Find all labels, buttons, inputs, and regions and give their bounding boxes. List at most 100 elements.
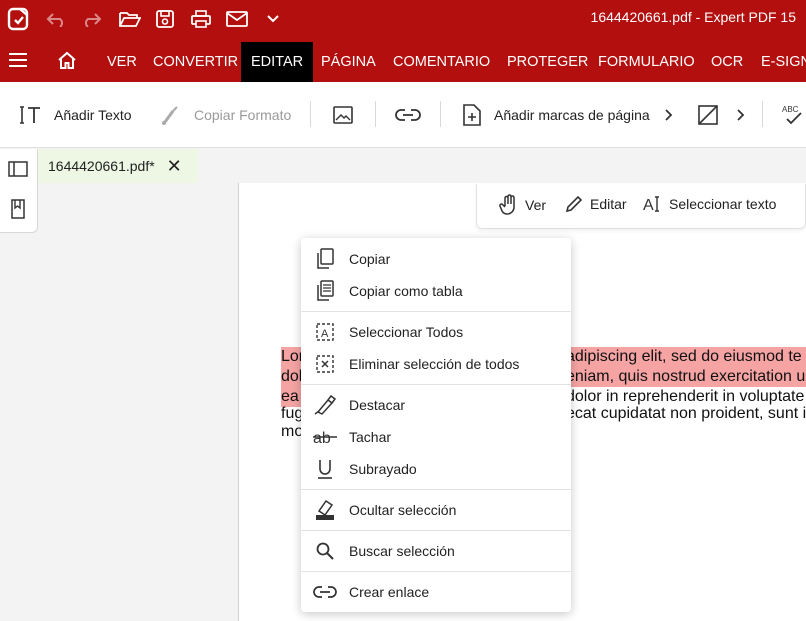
eraser-icon: [313, 499, 337, 521]
menu-item-label: Tachar: [349, 429, 392, 445]
strikethrough-icon: ab: [313, 426, 337, 448]
save-icon[interactable]: [151, 5, 179, 33]
menu-item-label: Copiar como tabla: [349, 283, 463, 299]
menu-separator: [301, 384, 571, 385]
image-icon: [333, 106, 353, 124]
menu-separator: [301, 571, 571, 572]
add-bookmarks-button[interactable]: Añadir marcas de página: [462, 102, 650, 128]
app-logo-icon: [4, 5, 32, 33]
tab-editar[interactable]: EDITAR: [241, 42, 314, 82]
menu-item-create-link[interactable]: Crear enlace: [301, 576, 571, 608]
tab-convertir[interactable]: CONVERTIR: [153, 42, 238, 82]
link-icon: [395, 109, 421, 121]
side-panel: [0, 149, 38, 233]
toolbar-divider: [375, 101, 376, 127]
menu-item-deselect-all[interactable]: Eliminar selección de todos: [301, 348, 571, 380]
chevron-down-icon[interactable]: [259, 5, 287, 33]
menu-separator: [301, 489, 571, 490]
tab-pagina[interactable]: PÁGINA: [321, 42, 376, 82]
spellcheck-button[interactable]: ABC: [781, 102, 806, 128]
crop-icon: [698, 105, 718, 125]
document-tab[interactable]: 1644420661.pdf* ✕: [38, 149, 198, 183]
view-mode-label: Ver: [525, 197, 547, 213]
edit-mode-label: Editar: [590, 196, 627, 212]
highlighter-icon: [313, 394, 337, 416]
copy-format-label: Copiar Formato: [194, 107, 292, 123]
redo-icon[interactable]: [78, 5, 106, 33]
add-text-button[interactable]: Añadir Texto: [20, 102, 132, 128]
edit-toolbar: Añadir Texto Copiar Formato Añadir marca…: [0, 82, 806, 148]
ribbon-tabs: VER CONVERTIR EDITAR PÁGINA COMENTARIO P…: [0, 38, 806, 82]
tab-formulario[interactable]: FORMULARIO: [598, 42, 695, 82]
hamburger-menu-icon[interactable]: [4, 46, 32, 74]
deselect-all-icon: [313, 353, 337, 375]
menu-item-select-all[interactable]: A Seleccionar Todos: [301, 316, 571, 348]
menu-item-label: Destacar: [349, 397, 406, 413]
copy-icon: [313, 248, 337, 270]
menu-item-copy-table[interactable]: Copiar como tabla: [301, 275, 571, 307]
select-text-mode-button[interactable]: A Seleccionar texto: [643, 194, 776, 214]
menu-item-label: Subrayado: [349, 461, 417, 477]
menu-item-highlight[interactable]: Destacar: [301, 389, 571, 421]
window-title: 1644420661.pdf - Expert PDF 15: [590, 9, 796, 25]
close-icon[interactable]: ✕: [167, 157, 182, 175]
text-line-right[interactable]: ecat cupidatat non proident, sunt i: [566, 404, 806, 424]
svg-text:A: A: [643, 197, 654, 214]
underline-icon: [313, 458, 337, 480]
svg-text:ABC: ABC: [782, 105, 799, 114]
crop-button[interactable]: [697, 102, 731, 128]
insert-image-button[interactable]: [333, 102, 365, 128]
text-line-right[interactable]: eniam, quis nostrud exercitation u: [566, 367, 805, 387]
menu-item-label: Copiar: [349, 251, 391, 267]
home-icon[interactable]: [53, 46, 81, 74]
hand-icon: [499, 194, 515, 215]
text-line-right[interactable]: adipiscing elit, sed do eiusmod te: [566, 347, 802, 367]
tab-ocr[interactable]: OCR: [711, 42, 743, 82]
tab-e-sign[interactable]: E-SIGN: [761, 42, 806, 82]
mail-icon[interactable]: [223, 5, 251, 33]
mode-bar-underline: [487, 228, 795, 229]
toolbar-scroll-right-icon[interactable]: [664, 102, 686, 128]
link-icon: [313, 581, 337, 603]
context-menu: Copiar Copiar como tabla A Seleccionar T…: [301, 238, 571, 612]
open-folder-icon[interactable]: [116, 5, 144, 33]
menu-item-search[interactable]: Buscar selección: [301, 535, 571, 567]
menu-item-label: Buscar selección: [349, 543, 455, 559]
document-tab-name: 1644420661.pdf*: [48, 158, 155, 174]
menu-item-strikeout[interactable]: ab Tachar: [301, 421, 571, 453]
menu-item-redact[interactable]: Ocultar selección: [301, 494, 571, 526]
sidebar-toggle-icon[interactable]: [7, 158, 29, 180]
toolbar-divider: [440, 101, 441, 127]
edit-mode-button[interactable]: Editar: [564, 194, 627, 214]
format-brush-icon: [162, 106, 178, 125]
menu-item-underline[interactable]: Subrayado: [301, 453, 571, 485]
select-all-icon: A: [313, 321, 337, 343]
menu-item-label: Seleccionar Todos: [349, 324, 464, 340]
bookmark-icon[interactable]: [7, 198, 29, 220]
menu-separator: [301, 530, 571, 531]
copy-format-button[interactable]: Copiar Formato: [160, 102, 291, 128]
toolbar-divider: [762, 101, 763, 127]
menu-item-label: Eliminar selección de todos: [349, 356, 520, 372]
toolbar-divider: [310, 101, 311, 127]
insert-link-button[interactable]: [395, 102, 433, 128]
tab-proteger[interactable]: PROTEGER: [507, 42, 588, 82]
view-mode-button[interactable]: Ver: [499, 194, 546, 216]
menu-separator: [301, 311, 571, 312]
menu-item-copy[interactable]: Copiar: [301, 243, 571, 275]
undo-icon[interactable]: [42, 5, 70, 33]
title-bar: 1644420661.pdf - Expert PDF 15: [0, 0, 806, 38]
print-icon[interactable]: [187, 5, 215, 33]
add-bookmarks-label: Añadir marcas de página: [494, 107, 650, 123]
select-text-mode-label: Seleccionar texto: [669, 196, 777, 212]
text-cursor-icon: A: [643, 196, 659, 214]
more-tools-icon[interactable]: [736, 102, 758, 128]
text-line-left[interactable]: fug: [281, 404, 303, 424]
tab-ver[interactable]: VER: [107, 42, 137, 82]
add-text-label: Añadir Texto: [54, 107, 132, 123]
add-text-icon: [20, 106, 40, 124]
text-line-left[interactable]: dol: [281, 367, 302, 387]
text-line-left[interactable]: mo: [281, 422, 303, 442]
add-page-mark-icon: [463, 104, 481, 126]
tab-comentario[interactable]: COMENTARIO: [393, 42, 490, 82]
